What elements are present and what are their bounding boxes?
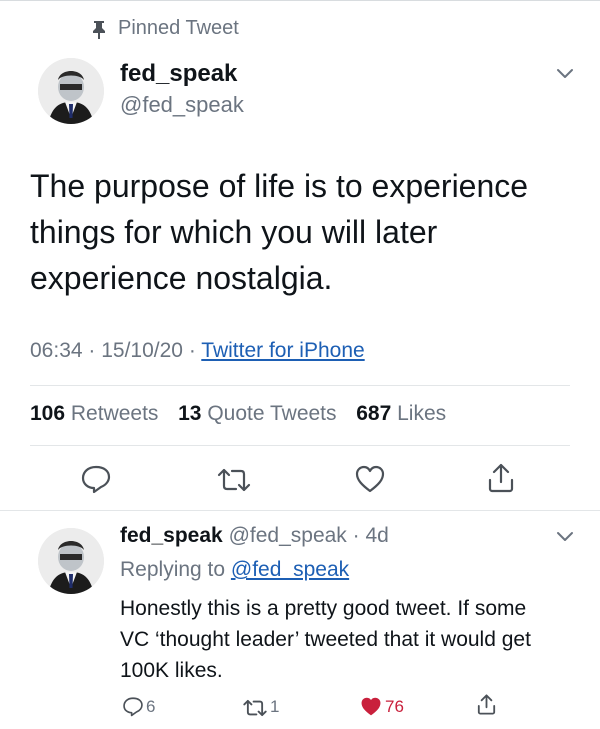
retweet-icon[interactable] (216, 466, 252, 494)
tweet-source-link[interactable]: Twitter for iPhone (201, 339, 364, 362)
quotes-label: Quote Tweets (207, 402, 337, 425)
replying-to: Replying to @fed_speak (120, 558, 349, 582)
quotes-stat[interactable]: 13 Quote Tweets (178, 402, 342, 425)
replying-to-handle[interactable]: @fed_speak (231, 558, 349, 581)
reply-reply-count: 6 (146, 697, 156, 716)
tweet-stats: 106 Retweets 13 Quote Tweets 687 Likes (30, 402, 446, 426)
thread-divider (0, 510, 600, 511)
quotes-count: 13 (178, 402, 202, 425)
tweet-text: The purpose of life is to experience thi… (30, 168, 529, 296)
replying-to-label: Replying to (120, 558, 226, 581)
retweets-stat[interactable]: 106 Retweets (30, 402, 164, 425)
reply-like-count: 76 (385, 697, 404, 716)
reply-chevron-down-icon[interactable] (556, 530, 574, 544)
meta-divider (30, 385, 570, 386)
tweet-time: 06:34 (30, 339, 83, 362)
likes-stat[interactable]: 687 Likes (356, 402, 446, 425)
tweet-meta: 06:34 · 15/10/20 · Twitter for iPhone (30, 339, 365, 362)
reply-age: 4d (365, 524, 389, 547)
reply-handle[interactable]: @fed_speak (229, 524, 347, 547)
reply-like-icon[interactable] (360, 696, 382, 717)
stats-divider (30, 445, 570, 446)
pinned-label: Pinned Tweet (118, 17, 239, 39)
reply-icon[interactable] (80, 464, 112, 494)
likes-count: 687 (356, 402, 392, 425)
reply-header: fed_speak @fed_speak · 4d (120, 524, 389, 547)
reply-text: Honestly this is a pretty good tweet. If… (120, 597, 531, 682)
chevron-down-icon[interactable] (556, 67, 574, 81)
reply-retweet-icon[interactable] (242, 698, 268, 718)
reply-retweet-count: 1 (270, 697, 280, 716)
share-icon[interactable] (486, 462, 516, 494)
pin-icon (90, 19, 108, 39)
like-icon[interactable] (354, 464, 386, 494)
handle[interactable]: @fed_speak (120, 92, 244, 118)
avatar[interactable] (38, 58, 104, 124)
retweets-count: 106 (30, 402, 66, 425)
reply-share-icon[interactable] (476, 693, 497, 716)
tweet-date: 15/10/20 (101, 339, 183, 362)
reply-avatar[interactable] (38, 528, 104, 594)
reply-display-name[interactable]: fed_speak (120, 524, 223, 547)
top-divider (0, 0, 600, 1)
retweets-label: Retweets (70, 402, 159, 425)
reply-reply-icon[interactable] (122, 696, 144, 717)
likes-label: Likes (397, 402, 447, 425)
display-name[interactable]: fed_speak (120, 60, 237, 88)
